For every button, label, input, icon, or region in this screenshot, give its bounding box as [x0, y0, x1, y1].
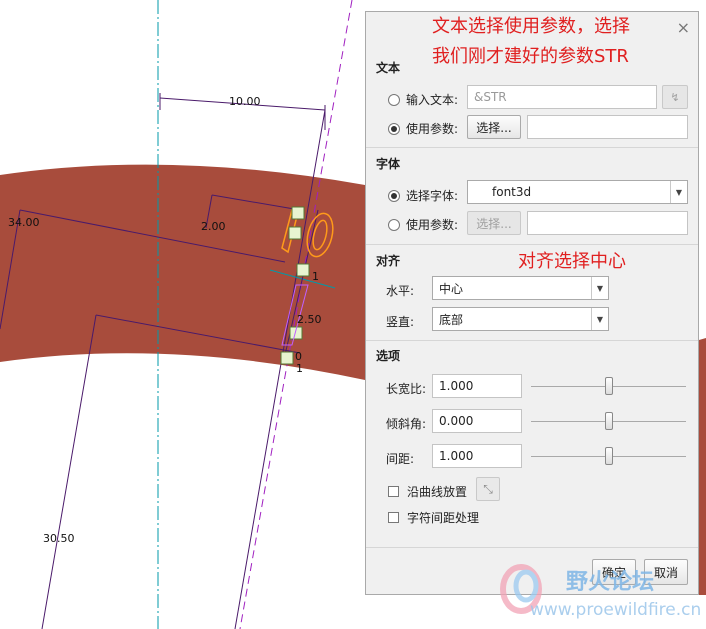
- text-symbol-button[interactable]: ↯: [662, 85, 688, 109]
- constraint-handle: [280, 351, 294, 365]
- param-name-field[interactable]: [527, 115, 688, 139]
- radio-button[interactable]: [388, 218, 400, 231]
- radio-label: 选择字体:: [406, 189, 459, 203]
- text-symbol-icon: ↯: [670, 90, 680, 104]
- checkbox[interactable]: [388, 512, 399, 523]
- constraint-handle: [288, 226, 302, 240]
- select-font-radio[interactable]: 选择字体:: [388, 187, 458, 204]
- constraint-handle: [296, 263, 310, 277]
- font-param-field[interactable]: [527, 211, 688, 235]
- chevron-down-icon[interactable]: ▼: [591, 308, 608, 330]
- radio-label: 使用参数:: [406, 218, 459, 232]
- radio-label: 使用参数:: [406, 122, 459, 136]
- chevron-down-icon[interactable]: ▼: [591, 277, 608, 299]
- text-properties-dialog: × 文本 输入文本: &STR ↯ 使用参数: 选择... 字体 选择字体: f…: [365, 11, 699, 595]
- divider: [366, 244, 698, 245]
- dimension-label[interactable]: 1: [312, 270, 319, 283]
- constraint-handle: [291, 206, 305, 220]
- dimension-label[interactable]: 30.50: [43, 532, 75, 545]
- horizontal-align-select[interactable]: 中心 ▼: [432, 276, 609, 300]
- dimension-label[interactable]: 2.50: [297, 313, 322, 326]
- chevron-down-icon[interactable]: ▼: [670, 181, 687, 203]
- dimension-label[interactable]: 2.00: [201, 220, 226, 233]
- divider: [366, 547, 698, 548]
- watermark-url: www.proewildfire.cn: [530, 600, 702, 620]
- input-text-field[interactable]: &STR: [467, 85, 657, 109]
- radio-button[interactable]: [388, 189, 400, 202]
- dim-line: [41, 314, 97, 629]
- annotation-note: 文本选择使用参数，选择 我们刚才建好的参数STR: [432, 15, 630, 69]
- checkbox[interactable]: [388, 486, 399, 497]
- aspect-ratio-label: 长宽比:: [386, 382, 427, 396]
- aspect-ratio-slider-thumb[interactable]: [604, 377, 613, 395]
- close-icon[interactable]: ×: [677, 18, 690, 37]
- spacing-label: 间距:: [386, 452, 415, 466]
- horizontal-label: 水平:: [386, 284, 415, 298]
- slant-angle-slider-thumb[interactable]: [604, 412, 613, 430]
- spacing-slider-thumb[interactable]: [604, 447, 613, 465]
- font-use-param-radio[interactable]: 使用参数:: [388, 216, 458, 233]
- watermark-brand: 野火论坛: [566, 570, 655, 595]
- flip-direction-icon: ⤡: [483, 481, 493, 496]
- vertical-label: 竖直:: [386, 315, 415, 329]
- checkbox-label: 沿曲线放置: [407, 485, 468, 499]
- dimension-label[interactable]: 10.00: [229, 95, 261, 108]
- section-title-alignment: 对齐: [376, 254, 401, 268]
- section-title-font: 字体: [376, 157, 401, 171]
- font-select[interactable]: font3d ▼: [467, 180, 688, 204]
- use-param-radio[interactable]: 使用参数:: [388, 120, 458, 137]
- section-title-options: 选项: [376, 349, 401, 363]
- vertical-align-value: 底部: [439, 312, 464, 327]
- annotation-line: 文本选择使用参数，选择: [432, 16, 630, 37]
- aspect-ratio-input[interactable]: 1.000: [432, 374, 522, 398]
- checkbox-label: 字符间距处理: [407, 511, 480, 525]
- slant-angle-label: 倾斜角:: [386, 417, 427, 431]
- spacing-input[interactable]: 1.000: [432, 444, 522, 468]
- font-select-value: font3d: [492, 185, 532, 199]
- dimension-label[interactable]: 34.00: [8, 216, 40, 229]
- annotation-line: 我们刚才建好的参数STR: [432, 46, 629, 67]
- annotation-note: 对齐选择中心: [518, 251, 626, 272]
- kerning-checkbox[interactable]: 字符间距处理: [388, 509, 479, 526]
- place-along-curve-checkbox[interactable]: 沿曲线放置: [388, 483, 467, 500]
- flip-curve-button[interactable]: ⤡: [476, 477, 500, 501]
- slant-angle-input[interactable]: 0.000: [432, 409, 522, 433]
- horizontal-align-value: 中心: [439, 281, 464, 296]
- part-body-right-edge: [699, 338, 706, 595]
- section-title-text: 文本: [376, 61, 401, 75]
- dimension-label[interactable]: 1: [296, 362, 303, 375]
- radio-button[interactable]: [388, 93, 400, 106]
- vertical-align-select[interactable]: 底部 ▼: [432, 307, 609, 331]
- font-select-param-button[interactable]: 选择...: [467, 211, 521, 235]
- divider: [366, 147, 698, 148]
- radio-label: 输入文本:: [406, 93, 459, 107]
- divider: [366, 340, 698, 341]
- radio-button[interactable]: [388, 122, 400, 135]
- input-text-radio[interactable]: 输入文本:: [388, 91, 458, 108]
- select-param-button[interactable]: 选择...: [467, 115, 521, 139]
